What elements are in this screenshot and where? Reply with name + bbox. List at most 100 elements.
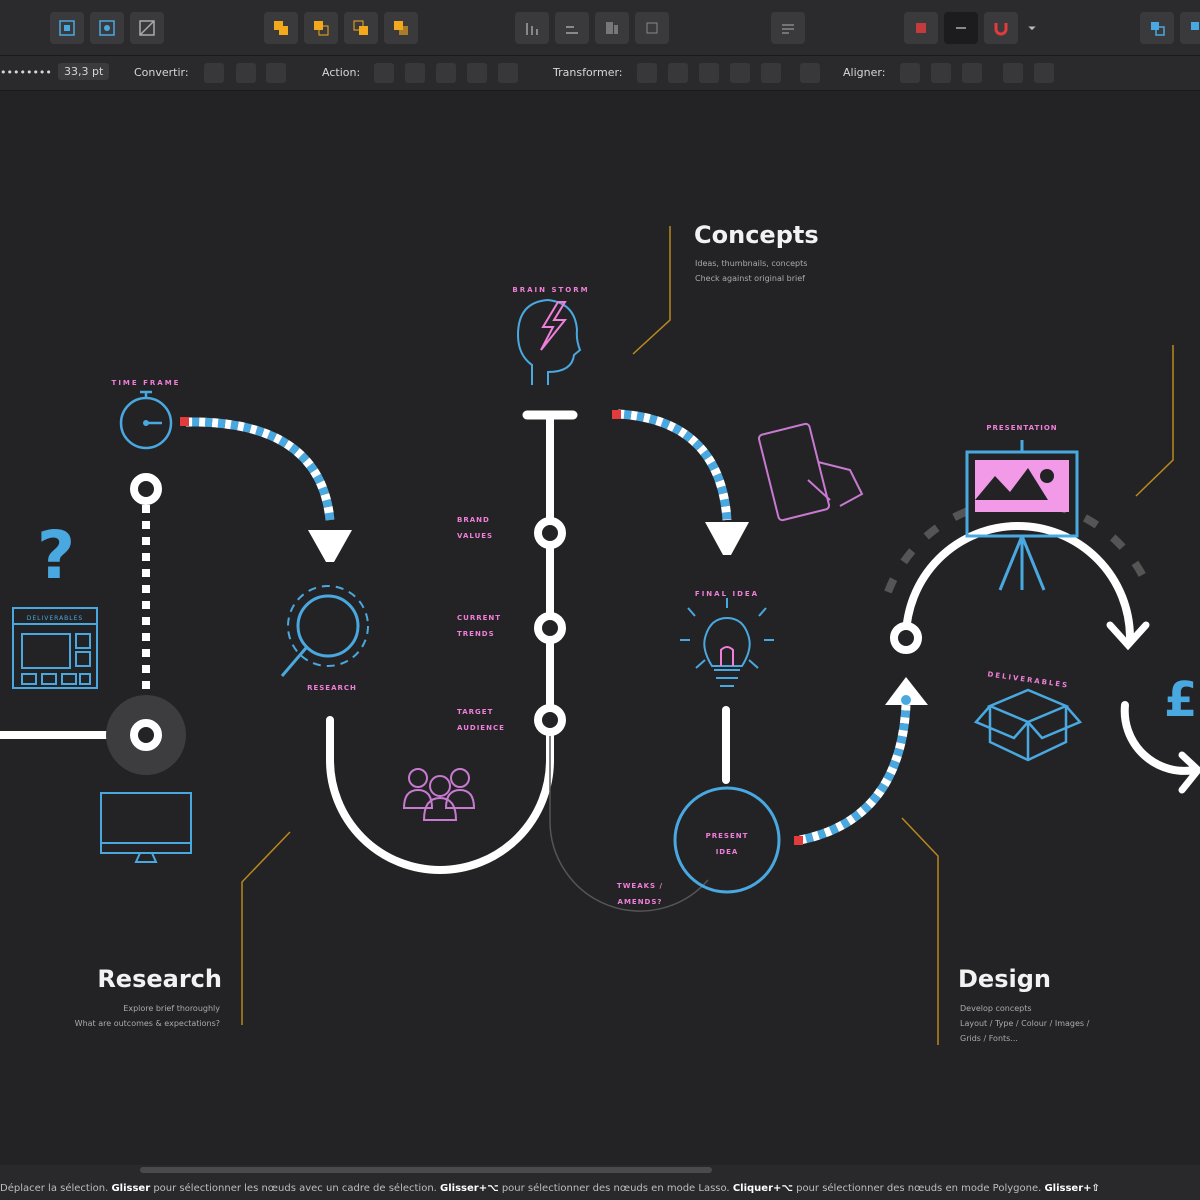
sharp-node-icon[interactable] [204, 63, 224, 83]
smooth-node-icon[interactable] [236, 63, 256, 83]
transform-option-2-icon[interactable] [699, 63, 719, 83]
right-group [1140, 12, 1200, 44]
current-trends-label: CURRENT [457, 614, 501, 622]
funnel-arrow-icon [705, 522, 749, 555]
dotted-line-style[interactable]: •••••••• [0, 66, 52, 79]
concepts-title: Concepts [694, 221, 819, 249]
action-label: Action: [322, 66, 361, 79]
break-curve-icon[interactable] [374, 63, 394, 83]
order-button[interactable] [635, 12, 669, 44]
design-title: Design [958, 965, 1051, 993]
align-option-3-icon[interactable] [962, 63, 982, 83]
node-handle-blue[interactable] [901, 695, 911, 705]
final-idea-label: FINAL IDEA [695, 590, 759, 598]
smart-node-icon[interactable] [266, 63, 286, 83]
research-line-2: What are outcomes & expectations? [75, 1019, 220, 1028]
node-handle-red[interactable] [612, 410, 621, 419]
intersect-button[interactable] [344, 12, 378, 44]
workflow-diagram[interactable]: ? DELIVERABLES TIME FRAME RESEARCH BRAIN… [0, 91, 1200, 1165]
brain-storm-label: BRAIN STORM [512, 286, 589, 294]
path-nodes[interactable] [106, 473, 922, 775]
chevron-down-icon [1028, 26, 1036, 31]
stopwatch-center [143, 420, 149, 426]
order-icon [646, 22, 658, 34]
invert-selection-button[interactable] [130, 12, 164, 44]
select-all-nodes-button[interactable] [50, 12, 84, 44]
smooth-curve-icon[interactable] [436, 63, 456, 83]
svg-text:TWEAKS /: TWEAKS / [617, 882, 663, 890]
transform-option-3-icon[interactable] [730, 63, 750, 83]
transform-option-5-icon[interactable] [800, 63, 820, 83]
svg-text:IDEA: IDEA [716, 848, 739, 856]
target-audience-label: AUDIENCE [457, 724, 505, 732]
boolean-add-icon [274, 21, 288, 35]
time-frame-label: TIME FRAME [112, 379, 181, 387]
record-icon [916, 23, 926, 33]
design-section: Design Develop concepts Layout / Type / … [958, 965, 1090, 1043]
align-button[interactable] [515, 12, 549, 44]
main-toolbar [0, 0, 1200, 56]
join-curve-icon[interactable] [467, 63, 487, 83]
design-line-3: Grids / Fonts... [960, 1034, 1018, 1043]
node-select-icon [59, 20, 75, 36]
tablet-touch-icon [757, 422, 864, 522]
snapping-magnet-button[interactable] [984, 12, 1018, 44]
monitor-icon [100, 792, 192, 863]
transform-option-1-icon[interactable] [668, 63, 688, 83]
size-field[interactable]: 33,3 pt [58, 63, 110, 80]
presentation-easel-icon [965, 440, 1079, 591]
deliverables-box-icon [973, 688, 1083, 762]
close-curve-icon[interactable] [405, 63, 425, 83]
horizontal-scrollbar[interactable] [140, 1167, 712, 1173]
design-line-2: Layout / Type / Colour / Images / [960, 1019, 1090, 1028]
status-hint: Déplacer la sélection. Glisser pour séle… [0, 1183, 1100, 1194]
distribute-button[interactable] [555, 12, 589, 44]
research-line-1: Explore brief thoroughly [123, 1004, 220, 1013]
lightbulb-icon [680, 598, 774, 687]
node-handle-red[interactable] [180, 417, 189, 426]
convert-label: Convertir: [134, 66, 189, 79]
deliverables-box-label: DELIVERABLES [27, 615, 84, 622]
design-line-1: Develop concepts [960, 1004, 1032, 1013]
align-option-5-icon[interactable] [1034, 63, 1054, 83]
reverse-curve-icon[interactable] [498, 63, 518, 83]
arrange-group [515, 12, 669, 44]
present-idea-labels: PRESENT IDEA [706, 832, 748, 856]
brand-values-label: VALUES [457, 532, 493, 540]
add-button[interactable] [264, 12, 298, 44]
snapping-options-button[interactable] [1024, 12, 1040, 44]
more-button[interactable] [1180, 12, 1200, 44]
svg-text:AMENDS?: AMENDS? [618, 898, 663, 906]
arrange-button[interactable] [595, 12, 629, 44]
transform-option-4-icon[interactable] [761, 63, 781, 83]
align-option-4-icon[interactable] [1003, 63, 1023, 83]
node-handle-red[interactable] [794, 836, 803, 845]
people-group-icon [402, 768, 476, 821]
boolean-group [264, 12, 418, 44]
presentation-label: PRESENTATION [986, 424, 1057, 432]
document-canvas[interactable]: ? DELIVERABLES TIME FRAME RESEARCH BRAIN… [0, 91, 1200, 1165]
share-icon [1151, 22, 1165, 36]
question-mark-icon: ? [37, 517, 75, 594]
stage-labels: BRAND VALUES CURRENT TRENDS TARGET AUDIE… [457, 516, 505, 732]
record-button[interactable] [904, 12, 938, 44]
align-option-1-icon[interactable] [900, 63, 920, 83]
research-title: Research [97, 965, 222, 993]
share-button[interactable] [1140, 12, 1174, 44]
snap-group [904, 12, 1040, 44]
callout-lines [241, 226, 1174, 1045]
brainstorm-head-icon [516, 298, 582, 385]
toggle-button[interactable] [944, 12, 978, 44]
status-bar: Déplacer la sélection. Glisser pour séle… [0, 1165, 1200, 1200]
align-option-2-icon[interactable] [931, 63, 951, 83]
context-toolbar: •••••••• 33,3 pt Convertir: Action: Tran… [0, 56, 1200, 91]
transform-box-icon[interactable] [637, 63, 657, 83]
divide-button[interactable] [384, 12, 418, 44]
subtract-button[interactable] [304, 12, 338, 44]
select-nodes-button[interactable] [90, 12, 124, 44]
concepts-line-2: Check against original brief [695, 274, 805, 283]
view-mode-button[interactable] [771, 12, 805, 44]
align-icon [526, 23, 538, 35]
boolean-subtract-icon [314, 21, 329, 36]
lightning-icon [540, 301, 568, 351]
